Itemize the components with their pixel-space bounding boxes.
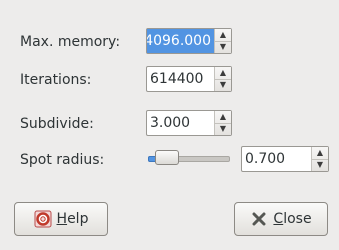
increment-up-icon[interactable]: ▲: [215, 29, 231, 41]
max-memory-input[interactable]: 4096.000: [147, 29, 214, 53]
decrement-down-icon[interactable]: ▼: [215, 78, 231, 92]
iterations-label: Iterations:: [20, 72, 92, 88]
max-memory-label: Max. memory:: [20, 34, 121, 50]
lifebuoy-icon: [34, 210, 52, 228]
max-memory-spinbutton[interactable]: 4096.000 ▲ ▼: [146, 28, 232, 54]
subdivide-spinbutton[interactable]: 3.000 ▲ ▼: [146, 110, 232, 136]
spot-radius-slider[interactable]: [148, 147, 230, 169]
increment-up-icon[interactable]: ▲: [215, 67, 231, 79]
help-mnemonic: H: [56, 211, 68, 227]
increment-up-icon[interactable]: ▲: [215, 111, 231, 123]
decrement-down-icon[interactable]: ▼: [215, 122, 231, 136]
spot-radius-label: Spot radius:: [20, 152, 105, 168]
spot-radius-spinbutton[interactable]: 0.700 ▲ ▼: [241, 146, 329, 172]
help-button[interactable]: Help: [14, 202, 108, 236]
close-label-rest: lose: [283, 211, 312, 227]
close-mnemonic: C: [273, 211, 284, 227]
slider-handle[interactable]: [155, 150, 179, 165]
decrement-down-icon[interactable]: ▼: [312, 158, 328, 172]
decrement-down-icon[interactable]: ▼: [215, 40, 231, 54]
close-button[interactable]: Close: [234, 202, 328, 236]
subdivide-input[interactable]: 3.000: [147, 111, 214, 135]
subdivide-label: Subdivide:: [20, 116, 94, 132]
iterations-input[interactable]: 614400: [147, 67, 214, 91]
close-x-icon: [250, 210, 268, 228]
help-label-rest: elp: [67, 211, 89, 227]
increment-up-icon[interactable]: ▲: [312, 147, 328, 159]
spot-radius-input[interactable]: 0.700: [242, 147, 311, 171]
iterations-spinbutton[interactable]: 614400 ▲ ▼: [146, 66, 232, 92]
